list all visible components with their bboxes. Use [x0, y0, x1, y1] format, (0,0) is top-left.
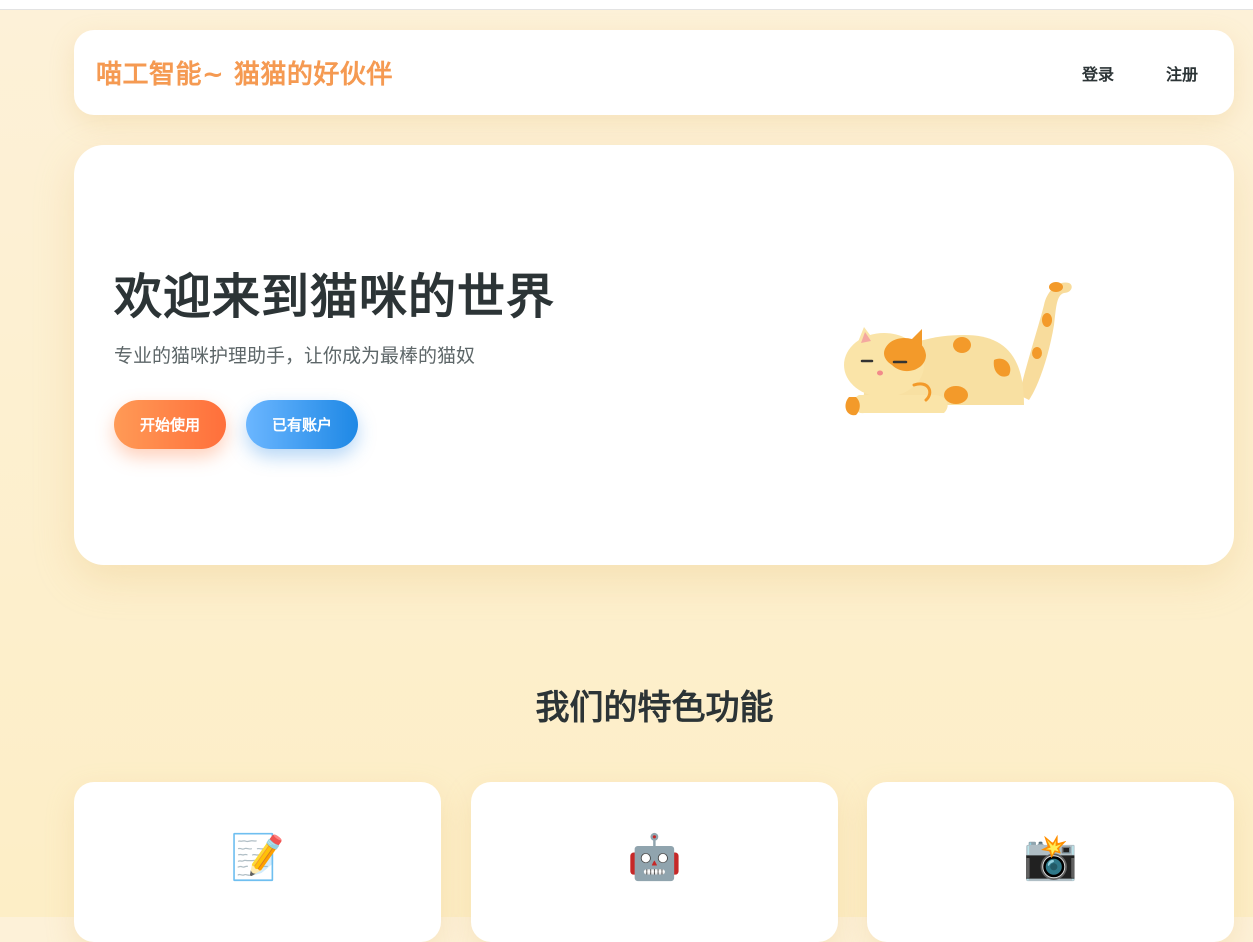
camera-flash-icon: 📸: [1023, 832, 1078, 883]
memo-icon: 📝: [230, 832, 285, 883]
features-section-title: 我们的特色功能: [535, 688, 774, 728]
feature-card-robot[interactable]: 🤖: [471, 782, 838, 942]
feature-card-camera[interactable]: 📸: [867, 782, 1234, 942]
feature-card-memo[interactable]: 📝: [74, 782, 441, 942]
robot-icon: 🤖: [627, 832, 682, 883]
browser-top-strip: [0, 0, 1253, 10]
hero-title: 欢迎来到猫咪的世界: [114, 269, 556, 325]
start-button[interactable]: 开始使用: [114, 400, 226, 449]
hero-card: 欢迎来到猫咪的世界 专业的猫咪护理助手，让你成为最棒的猫奴 开始使用 已有账户: [74, 145, 1234, 565]
login-link[interactable]: 登录: [1044, 53, 1128, 93]
existing-account-button[interactable]: 已有账户: [246, 400, 358, 449]
nav-links: 登录 注册: [1044, 53, 1212, 93]
sleeping-cat-illustration: [844, 282, 1072, 416]
brand-logo-text[interactable]: 喵工智能~ 猫猫的好伙伴: [96, 54, 393, 91]
hero-subtitle: 专业的猫咪护理助手，让你成为最棒的猫奴: [114, 345, 476, 367]
register-link[interactable]: 注册: [1128, 53, 1212, 93]
navbar: 喵工智能~ 猫猫的好伙伴 登录 注册: [74, 30, 1234, 115]
